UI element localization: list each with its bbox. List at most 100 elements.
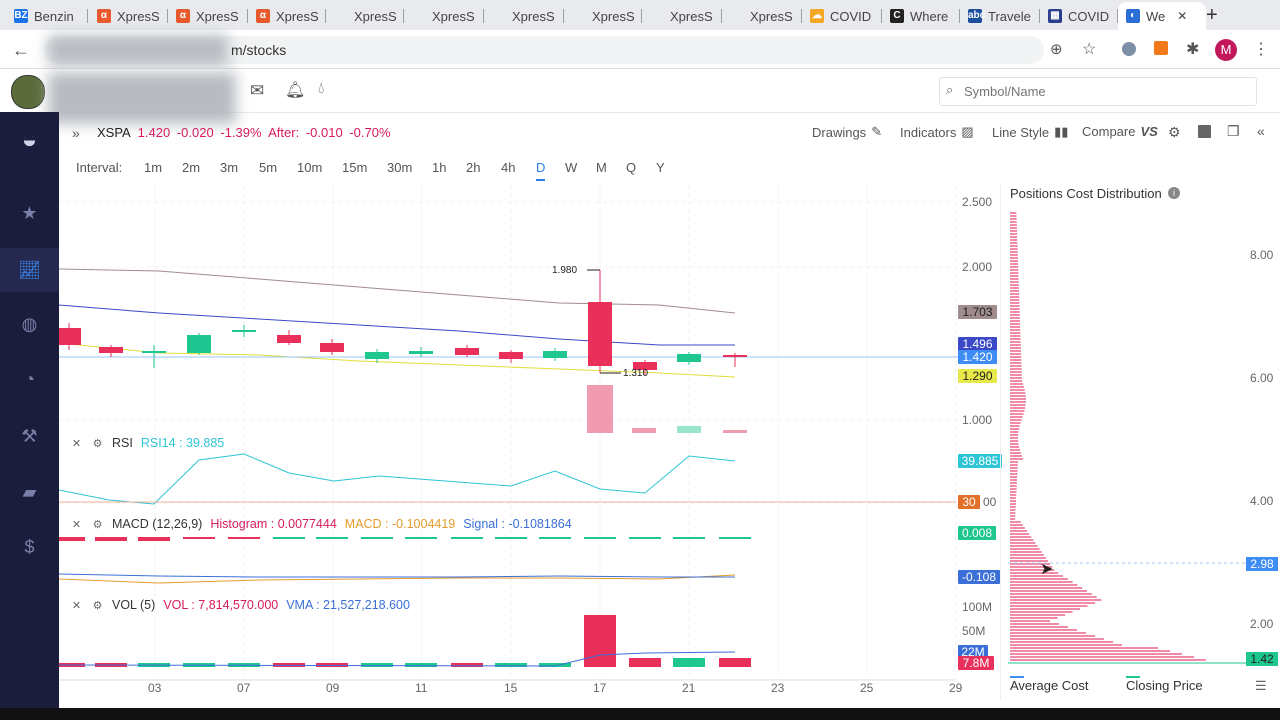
interval-3m[interactable]: 3m	[220, 160, 238, 175]
interval-15m[interactable]: 15m	[342, 160, 367, 175]
expand-chevron-icon[interactable]: «	[1257, 123, 1265, 139]
new-tab-button[interactable]: +	[1206, 4, 1218, 27]
interval-1h[interactable]: 1h	[432, 160, 446, 175]
browser-tab[interactable]: ☁ COVID	[802, 2, 888, 30]
browser-tab[interactable]: α XpresS	[248, 2, 332, 30]
user-avatar[interactable]	[11, 75, 45, 109]
cost-bar	[1010, 578, 1068, 580]
planet-icon[interactable]: ◍	[0, 302, 59, 346]
settings-icon[interactable]: ⚙	[91, 437, 104, 450]
cost-bar	[1010, 329, 1021, 331]
cursor-price-tag: 2.98	[1246, 557, 1278, 571]
browser-tab[interactable]: abc Travele	[960, 2, 1046, 30]
browser-tab[interactable]: XpresS	[722, 2, 808, 30]
profile-avatar[interactable]: M	[1215, 39, 1237, 61]
wallet-icon[interactable]: ▰	[0, 470, 59, 514]
extension-circle-icon[interactable]	[1122, 42, 1136, 56]
volume-bar	[361, 663, 393, 667]
cost-bar	[1010, 500, 1016, 502]
logo-icon[interactable]: ◒	[0, 117, 59, 161]
browser-tab[interactable]: BZ Benzin	[6, 2, 94, 30]
extension-orange-icon[interactable]	[1154, 41, 1168, 55]
cost-bar	[1010, 347, 1021, 349]
browser-tab[interactable]: ◐ We ✕	[1118, 2, 1206, 30]
interval-2m[interactable]: 2m	[182, 160, 200, 175]
table-toggle-icon[interactable]: ☰	[1255, 678, 1267, 694]
browser-tab[interactable]: ▦ COVID	[1040, 2, 1124, 30]
interval-d[interactable]: D	[536, 160, 546, 181]
tab-label: Where	[910, 8, 949, 24]
interval-m[interactable]: M	[596, 160, 607, 175]
puzzle-extensions-icon[interactable]: ✱	[1186, 39, 1199, 59]
add-icon[interactable]: ⊕	[1050, 40, 1063, 58]
cost-bar	[1010, 440, 1019, 442]
cost-bar	[1010, 611, 1073, 613]
tab-label: XpresS	[750, 8, 793, 24]
interval-2h[interactable]: 2h	[466, 160, 480, 175]
star-bookmark-icon[interactable]: ☆	[1082, 39, 1096, 59]
x-axis-label: 25	[860, 681, 874, 695]
browser-tab[interactable]: α XpresS	[168, 2, 254, 30]
tab-favicon-icon: α	[176, 9, 190, 23]
info-icon[interactable]: i	[1168, 187, 1180, 199]
browser-tab[interactable]: α XpresS	[89, 2, 174, 30]
indicators-button[interactable]: Indicators ▨	[900, 124, 974, 140]
interval-w[interactable]: W	[565, 160, 577, 175]
compare-button[interactable]: Compare VS	[1082, 124, 1158, 139]
close-icon[interactable]: ✕	[70, 518, 83, 531]
layers-icon[interactable]: ❐	[1227, 123, 1240, 140]
interval-10m[interactable]: 10m	[297, 160, 322, 175]
chat-icon[interactable]: ◔	[0, 357, 59, 401]
macd-hist-bar	[539, 537, 571, 539]
interval-5m[interactable]: 5m	[259, 160, 277, 175]
tab-favicon-icon: C	[890, 9, 904, 23]
browser-tab[interactable]: C Where	[882, 2, 966, 30]
cost-axis-label: 2.00	[1250, 617, 1274, 631]
gavel-icon[interactable]: ⚒	[0, 414, 59, 458]
dollar-icon[interactable]: $	[0, 525, 59, 569]
settings-icon[interactable]: ⚙	[91, 599, 104, 612]
line-style-button[interactable]: Line Style ▮▮	[992, 124, 1068, 140]
cost-bar	[1010, 527, 1025, 529]
drawings-button[interactable]: Drawings ✎	[812, 124, 882, 140]
candle-body	[277, 335, 301, 343]
settings-icon[interactable]: ⚙	[91, 518, 104, 531]
tab-label: Travele	[988, 8, 1031, 24]
vol-axis-label: 50M	[962, 624, 986, 638]
tab-close-icon[interactable]: ✕	[1177, 9, 1187, 23]
interval-30m[interactable]: 30m	[387, 160, 412, 175]
cost-bar	[1010, 386, 1024, 388]
close-icon[interactable]: ✕	[70, 599, 83, 612]
bell-icon[interactable]: 🔔︎	[285, 80, 305, 100]
volume-bar	[677, 426, 701, 433]
close-price-legend: Closing Price	[1126, 678, 1203, 693]
interval-q[interactable]: Q	[626, 160, 636, 175]
cost-bar	[1010, 593, 1092, 595]
watchlist-star-icon[interactable]: ★	[0, 191, 59, 235]
collapse-arrow-icon[interactable]: »	[72, 125, 80, 141]
browser-tab[interactable]: XpresS	[564, 2, 648, 30]
settings-gear-icon[interactable]: ⚙	[1168, 124, 1181, 141]
close-icon[interactable]: ✕	[70, 437, 83, 450]
interval-y[interactable]: Y	[656, 160, 665, 175]
interval-1m[interactable]: 1m	[144, 160, 162, 175]
kebab-menu-icon[interactable]: ⋮	[1253, 39, 1269, 59]
cost-bar	[1010, 512, 1016, 514]
tab-favicon-icon	[572, 9, 586, 23]
mail-icon[interactable]: ✉	[250, 81, 264, 101]
quote-change-pct: -1.39%	[220, 125, 262, 140]
chart-icon[interactable]: 📈︎	[0, 248, 59, 292]
screenshot-icon[interactable]	[1198, 125, 1211, 138]
interval-4h[interactable]: 4h	[501, 160, 515, 175]
drop-icon[interactable]: 💧︎	[318, 80, 324, 98]
cost-bar	[1010, 356, 1022, 358]
price-tag-ma-mid: 1.496	[958, 337, 997, 351]
browser-tab[interactable]: XpresS	[484, 2, 570, 30]
back-arrow-icon[interactable]: ←	[12, 40, 30, 61]
browser-tab[interactable]: XpresS	[404, 2, 490, 30]
cost-bar	[1010, 272, 1019, 274]
browser-tab[interactable]: XpresS	[642, 2, 728, 30]
search-input[interactable]	[962, 81, 1246, 101]
browser-tab[interactable]: XpresS	[326, 2, 410, 30]
cost-bar	[1010, 257, 1018, 259]
